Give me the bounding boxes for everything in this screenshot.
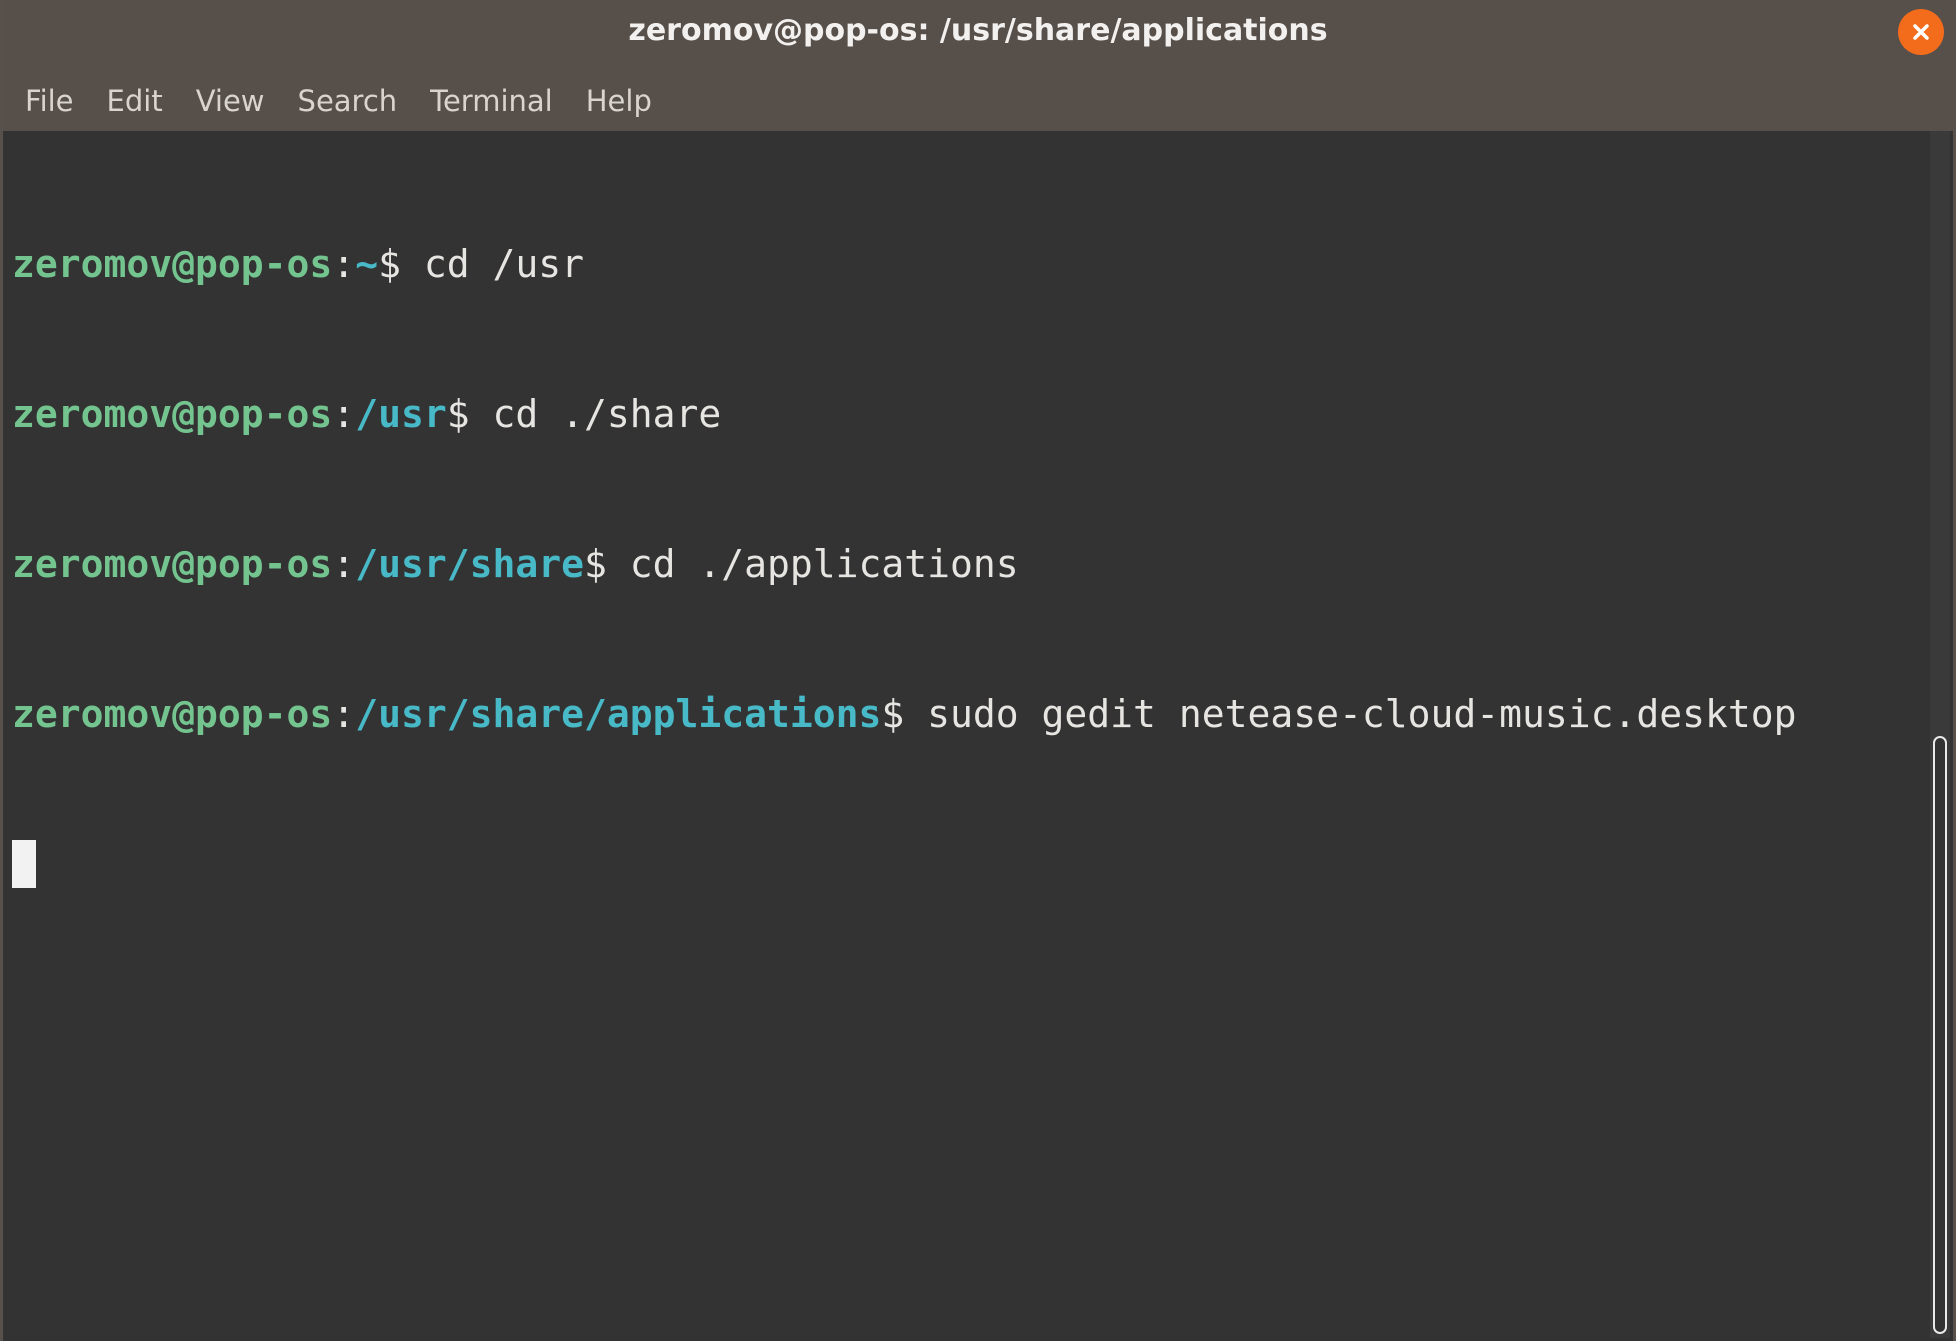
menu-file[interactable]: File [25, 84, 74, 118]
terminal-line: zeromov@pop-os:/usr$ cd ./share [12, 389, 1932, 439]
prompt-user: zeromov@pop-os [12, 692, 333, 736]
prompt-path: /usr [355, 392, 447, 436]
terminal-line: zeromov@pop-os:/usr/share$ cd ./applicat… [12, 539, 1932, 589]
text-cursor [12, 840, 36, 888]
prompt-separator: : [332, 542, 356, 586]
command-text: cd ./share [492, 392, 722, 436]
menu-edit[interactable]: Edit [107, 84, 163, 118]
menu-search[interactable]: Search [298, 84, 398, 118]
menu-help[interactable]: Help [586, 84, 652, 118]
menu-bar: File Edit View Search Terminal Help [25, 78, 685, 124]
prompt-separator: : [332, 242, 356, 286]
prompt-user: zeromov@pop-os [12, 392, 333, 436]
prompt-symbol: $ [378, 242, 424, 286]
menu-view[interactable]: View [196, 84, 265, 118]
prompt-path: ~ [355, 242, 379, 286]
prompt-separator: : [332, 392, 356, 436]
terminal-line: zeromov@pop-os:~$ cd /usr [12, 239, 1932, 289]
prompt-user: zeromov@pop-os [12, 542, 333, 586]
prompt-symbol: $ [881, 692, 928, 736]
prompt-symbol: $ [446, 392, 493, 436]
window-title: zeromov@pop-os: /usr/share/applications [628, 13, 1328, 48]
close-button[interactable] [1898, 9, 1944, 55]
header-bar: zeromov@pop-os: /usr/share/applications … [3, 0, 1953, 131]
vertical-scrollbar[interactable] [1930, 131, 1950, 1338]
prompt-path: /usr/share/applications [355, 692, 882, 736]
command-text: cd /usr [423, 242, 584, 286]
scrollbar-thumb[interactable] [1933, 736, 1947, 1334]
prompt-symbol: $ [583, 542, 630, 586]
terminal-line: zeromov@pop-os:/usr/share/applications$ … [12, 689, 1932, 739]
menu-terminal[interactable]: Terminal [430, 84, 553, 118]
terminal-line-cursor [12, 839, 1932, 889]
prompt-user: zeromov@pop-os [12, 242, 333, 286]
terminal-output[interactable]: zeromov@pop-os:~$ cd /usr zeromov@pop-os… [6, 131, 1932, 1338]
terminal-window: zeromov@pop-os: /usr/share/applications … [0, 0, 1956, 1341]
command-text: cd ./applications [629, 542, 1019, 586]
prompt-path: /usr/share [355, 542, 584, 586]
command-text: sudo gedit netease-cloud-music.desktop [927, 692, 1797, 736]
close-icon [1913, 24, 1929, 40]
prompt-separator: : [332, 692, 356, 736]
